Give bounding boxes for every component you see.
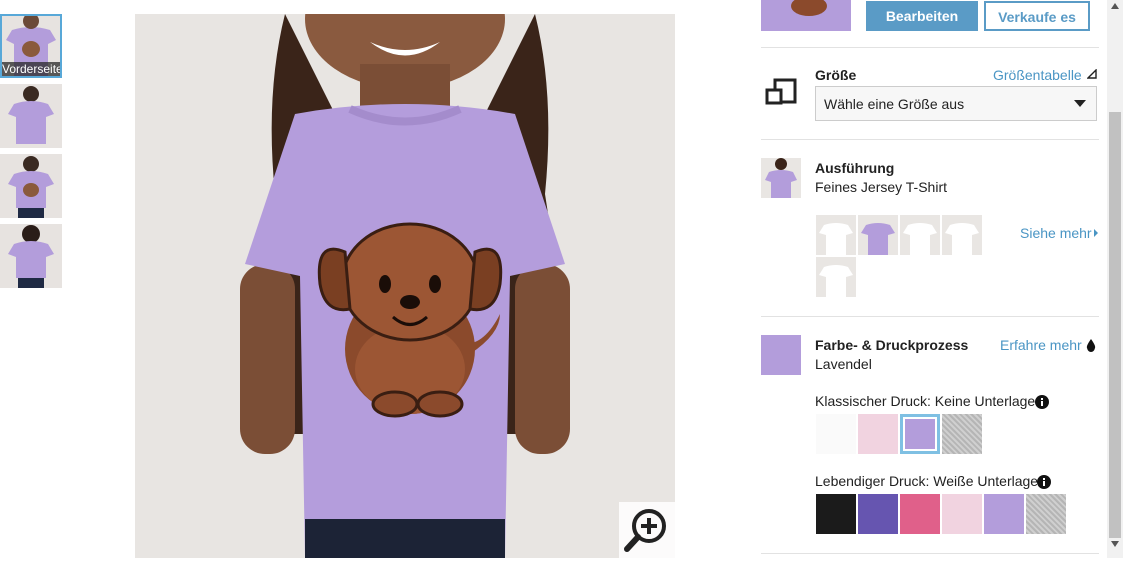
- style-title: Ausführung: [815, 160, 895, 176]
- color-preview: [761, 335, 801, 375]
- thumbnail-model-front[interactable]: [0, 154, 62, 218]
- vivid-swatch-lavender[interactable]: [984, 494, 1024, 534]
- scrollbar-thumb[interactable]: [1109, 112, 1121, 538]
- zoom-in-icon: [624, 509, 666, 552]
- design-preview[interactable]: [761, 0, 851, 31]
- thumbnail-model-back[interactable]: [0, 224, 62, 288]
- style-option-image: [819, 265, 853, 297]
- vivid-swatch-heather[interactable]: [1026, 494, 1066, 534]
- size-select-value: Wähle eine Größe aus: [824, 96, 965, 112]
- classic-swatch-white[interactable]: [816, 414, 856, 454]
- size-chart-link[interactable]: Größentabelle: [993, 67, 1082, 83]
- style-option-1[interactable]: [816, 215, 856, 255]
- style-option-image: [819, 223, 853, 255]
- vivid-swatch-raspberry[interactable]: [900, 494, 940, 534]
- classic-print-label: Klassischer Druck: Keine Unterlage: [815, 393, 1036, 409]
- thumbnail-front[interactable]: Vorderseite: [0, 14, 62, 78]
- style-option-2[interactable]: [858, 215, 898, 255]
- thumbnail-model-front-image: [0, 154, 62, 218]
- puppy-icon: [791, 0, 827, 16]
- size-title: Größe: [815, 67, 857, 83]
- style-option-image: [861, 223, 895, 255]
- tshirt-photo: [135, 14, 675, 558]
- vivid-print-label: Lebendiger Druck: Weiße Unterlage: [815, 473, 1039, 489]
- scroll-up-icon[interactable]: [1111, 3, 1119, 9]
- style-preview-image: [765, 158, 797, 198]
- size-icon: [765, 78, 797, 105]
- sell-button[interactable]: Verkaufe es: [984, 1, 1090, 31]
- style-option-image: [945, 223, 979, 255]
- vivid-swatch-black[interactable]: [816, 494, 856, 534]
- style-option-5[interactable]: [816, 257, 856, 297]
- info-icon[interactable]: [1035, 395, 1049, 409]
- style-preview: [761, 158, 801, 198]
- thumbnail-back[interactable]: [0, 84, 62, 148]
- thumbnail-model-back-image: [0, 224, 62, 288]
- divider: [761, 139, 1099, 140]
- style-option-3[interactable]: [900, 215, 940, 255]
- scroll-down-icon[interactable]: [1111, 541, 1119, 547]
- thumbnail-label: Vorderseite: [2, 62, 62, 76]
- style-option-image: [903, 223, 937, 255]
- chevron-down-icon: [1074, 100, 1086, 107]
- see-more-link[interactable]: Siehe mehr: [1020, 225, 1092, 241]
- thumbnail-back-image: [0, 84, 62, 148]
- classic-swatch-lavender[interactable]: [900, 414, 940, 454]
- size-chart-icon: [1087, 69, 1097, 79]
- edit-button[interactable]: Bearbeiten: [866, 1, 978, 31]
- chevron-right-icon: [1094, 229, 1098, 237]
- style-value: Feines Jersey T-Shirt: [815, 179, 948, 195]
- info-icon[interactable]: [1037, 475, 1051, 489]
- color-value: Lavendel: [815, 356, 872, 372]
- size-select[interactable]: Wähle eine Größe aus: [815, 86, 1097, 121]
- color-title: Farbe- & Druckprozess: [815, 337, 969, 353]
- style-option-4[interactable]: [942, 215, 982, 255]
- divider: [761, 553, 1099, 554]
- divider: [761, 47, 1099, 48]
- classic-swatch-pink[interactable]: [858, 414, 898, 454]
- divider: [761, 316, 1099, 317]
- learn-more-link[interactable]: Erfahre mehr: [1000, 337, 1082, 353]
- zoom-button[interactable]: [619, 502, 675, 558]
- classic-swatch-heather[interactable]: [942, 414, 982, 454]
- vivid-swatch-purple[interactable]: [858, 494, 898, 534]
- product-options-panel: Bearbeiten Verkaufe es Größe Größentabel…: [761, 0, 1099, 558]
- vivid-swatch-pink[interactable]: [942, 494, 982, 534]
- scrollbar[interactable]: [1107, 0, 1123, 558]
- main-product-image[interactable]: [135, 14, 675, 558]
- droplet-icon: [1086, 339, 1096, 352]
